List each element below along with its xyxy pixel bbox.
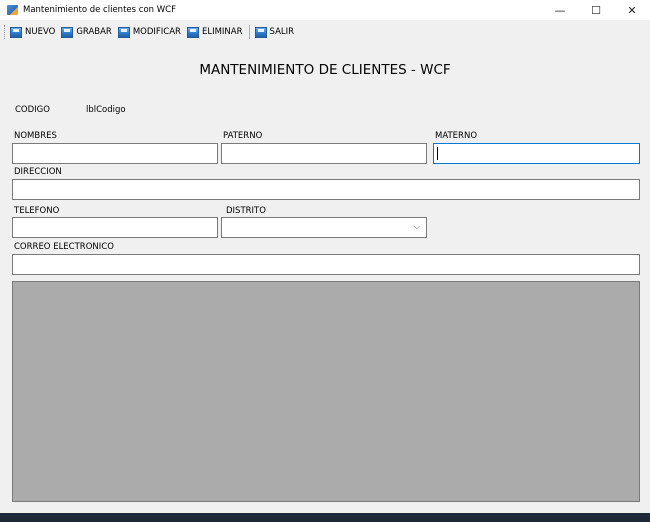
distrito-label: DISTRITO: [226, 206, 266, 216]
toolbar-grip[interactable]: [4, 25, 7, 39]
correo-label: CORREO ELECTRONICO: [14, 242, 114, 252]
nuevo-icon: [10, 26, 22, 38]
toolbar-separator: [248, 25, 250, 39]
eliminar-button[interactable]: ELIMINAR: [186, 26, 243, 38]
modificar-label: MODIFICAR: [132, 27, 181, 37]
codigo-label: CODIGO: [15, 105, 50, 115]
direccion-field[interactable]: [12, 179, 640, 200]
grabar-button[interactable]: GRABAR: [61, 26, 112, 38]
paterno-field[interactable]: [221, 143, 427, 164]
modificar-button[interactable]: MODIFICAR: [117, 26, 181, 38]
app-icon: [7, 5, 18, 15]
text-caret: [437, 147, 438, 160]
taskbar: [0, 513, 650, 522]
title-bar: Mantenimiento de clientes con WCF — ☐ ✕: [0, 0, 650, 20]
paterno-label: PATERNO: [223, 131, 263, 141]
grabar-icon: [61, 26, 74, 38]
eliminar-label: ELIMINAR: [201, 27, 243, 37]
telefono-field[interactable]: [12, 217, 218, 238]
materno-label: MATERNO: [435, 131, 478, 141]
nuevo-button[interactable]: NUEVO: [10, 26, 56, 38]
toolbar: NUEVO GRABAR MODIFICAR ELIMINAR SALIR: [0, 21, 650, 43]
nombres-label: NOMBRES: [14, 131, 57, 141]
salir-icon: [254, 26, 267, 38]
nuevo-label: NUEVO: [25, 27, 56, 37]
chevron-down-icon[interactable]: ⌵: [414, 222, 420, 232]
modificar-icon: [117, 26, 130, 38]
minimize-button[interactable]: —: [542, 0, 578, 20]
salir-button[interactable]: SALIR: [254, 26, 295, 38]
form-heading: MANTENIMIENTO DE CLIENTES - WCF: [199, 62, 451, 78]
distrito-select[interactable]: ⌵: [221, 217, 427, 238]
clientes-data-grid[interactable]: [12, 281, 640, 502]
direccion-label: DIRECCION: [14, 167, 62, 177]
window-controls: — ☐ ✕: [542, 0, 650, 20]
eliminar-icon: [186, 26, 199, 38]
correo-field[interactable]: [12, 254, 640, 275]
telefono-label: TELEFONO: [14, 206, 60, 216]
salir-label: SALIR: [269, 27, 295, 37]
codigo-value: lblCodigo: [86, 105, 126, 115]
window-title: Mantenimiento de clientes con WCF: [23, 5, 176, 15]
close-button[interactable]: ✕: [614, 0, 650, 20]
grabar-label: GRABAR: [76, 27, 112, 37]
nombres-field[interactable]: [12, 143, 218, 164]
materno-field[interactable]: [433, 143, 640, 164]
maximize-button[interactable]: ☐: [578, 0, 614, 20]
